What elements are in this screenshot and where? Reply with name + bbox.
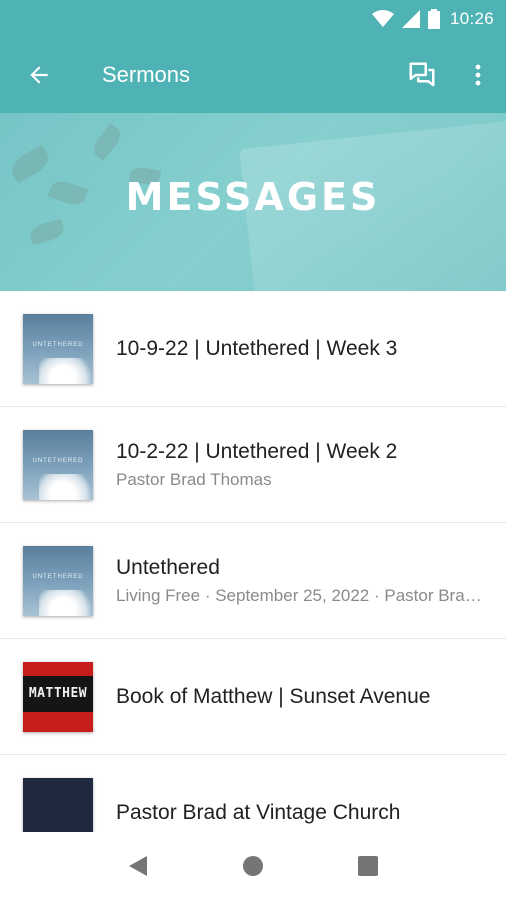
sermon-thumbnail: UNTETHERED: [23, 545, 93, 616]
circle-home-icon: [242, 856, 263, 876]
app-bar: Sermons: [0, 37, 506, 113]
sermon-title: 10-9-22 | Untethered | Week 3: [116, 336, 398, 360]
wifi-icon: [371, 9, 394, 28]
status-time: 10:26: [449, 8, 494, 28]
chat-icon: [409, 62, 435, 87]
square-recents-icon: [358, 856, 379, 876]
sermon-thumbnail: MATTHEW: [23, 661, 93, 732]
sermon-list: UNTETHERED 10-9-22 | Untethered | Week 3…: [0, 291, 506, 871]
nav-recents-button[interactable]: [346, 844, 390, 888]
nav-home-button[interactable]: [231, 844, 275, 888]
sermon-title: Pastor Brad at Vintage Church: [116, 800, 401, 824]
sermon-title: Book of Matthew | Sunset Avenue: [116, 684, 431, 708]
nav-back-button[interactable]: [116, 844, 160, 888]
triangle-back-icon: [128, 856, 147, 876]
signal-icon: [401, 9, 420, 28]
more-vert-icon: [475, 64, 481, 86]
sermon-subtitle: Pastor Brad Thomas: [116, 469, 272, 489]
banner-title: MESSAGES: [125, 175, 381, 219]
sermon-title: 10-2-22 | Untethered | Week 2: [116, 439, 398, 463]
sermon-subtitle: Living Free · September 25, 2022 · Pasto…: [116, 585, 488, 605]
arrow-left-icon: [30, 66, 48, 84]
sermon-thumbnail: UNTETHERED: [23, 313, 93, 384]
back-button[interactable]: [0, 37, 78, 113]
list-item[interactable]: UNTETHERED 10-2-22 | Untethered | Week 2…: [0, 407, 506, 523]
sermon-thumbnail: UNTETHERED: [23, 429, 93, 500]
page-title: Sermons: [102, 62, 191, 87]
sermon-title: Untethered: [116, 555, 220, 579]
messages-banner: MESSAGES: [0, 113, 506, 291]
more-options-button[interactable]: [450, 37, 506, 113]
status-bar: 10:26: [0, 0, 506, 37]
leaf-decoration: [28, 218, 66, 246]
chat-button[interactable]: [394, 37, 450, 113]
battery-icon: [427, 8, 440, 29]
list-item[interactable]: UNTETHERED 10-9-22 | Untethered | Week 3: [0, 291, 506, 407]
system-nav-bar: [0, 832, 506, 900]
list-item[interactable]: MATTHEW Book of Matthew | Sunset Avenue: [0, 639, 506, 755]
leaf-decoration: [89, 123, 125, 161]
list-item[interactable]: UNTETHERED Untethered Living Free · Sept…: [0, 523, 506, 639]
